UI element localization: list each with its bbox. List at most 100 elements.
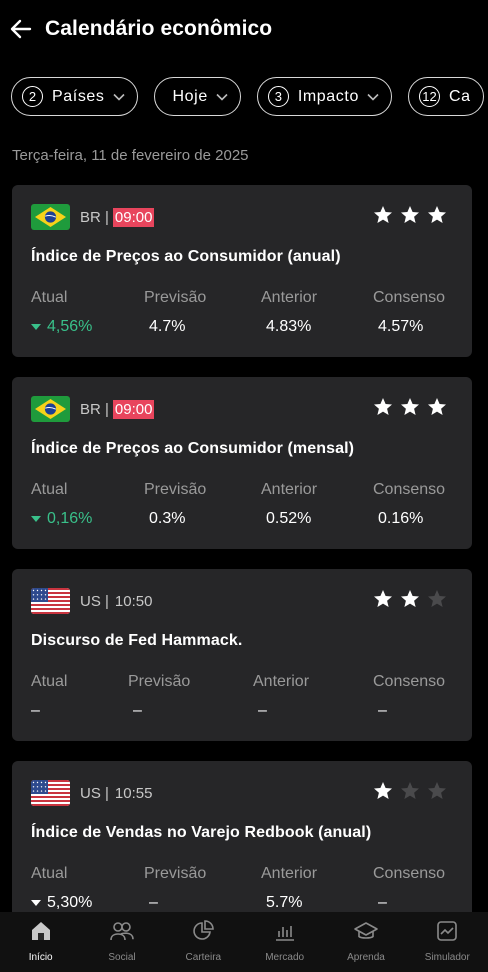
forecast-value: 4.7% [149, 318, 185, 336]
bottom-nav: Início Social Carteira Mercado Aprenda Simula… [0, 912, 488, 972]
filter-label: Ca [448, 87, 471, 105]
filter-chip-2[interactable]: Hoje [153, 77, 241, 116]
event-time: 09:00 [112, 207, 155, 227]
star-icon [400, 397, 420, 417]
consensus-value: – [378, 702, 387, 720]
star-icon [373, 397, 393, 417]
event-time: 10:55 [114, 784, 153, 802]
actual-value: 0,16% [31, 510, 92, 528]
header: Calendário econômico [0, 0, 488, 58]
impact-stars [366, 397, 447, 417]
nav-item-simulator[interactable]: Simulador [407, 912, 488, 972]
forecast-value: – [133, 702, 142, 720]
event-title: Índice de Vendas no Varejo Redbook (anua… [31, 824, 372, 841]
stat-value-text: 0.3% [149, 510, 186, 527]
stat-value-text: 4.83% [266, 318, 312, 335]
actual-value: 5,30% [31, 894, 92, 912]
us-flag-icon [31, 588, 70, 614]
event-card[interactable]: BR | 09:00 Índice de Preços ao Consumidor … [12, 377, 472, 549]
stat-value-text: 5,30% [47, 894, 93, 911]
actual-label: Atual [31, 481, 68, 498]
stat-value-text: 0.16% [378, 510, 424, 527]
previous-value: 4.83% [266, 318, 311, 336]
consensus-label: Consenso [373, 481, 446, 498]
forecast-label: Previsão [144, 865, 207, 882]
previous-value: 0.52% [266, 510, 311, 528]
consensus-label: Consenso [373, 289, 446, 306]
nav-item-bar-chart[interactable]: Mercado [244, 912, 325, 972]
nav-label: Início [28, 952, 53, 963]
nav-item-graduation-cap[interactable]: Aprenda [325, 912, 406, 972]
previous-label: Anterior [261, 481, 318, 498]
back-arrow-icon[interactable] [8, 16, 34, 42]
filter-bar: 2 Países Hoje 3 Impacto 12 Ca [11, 77, 488, 116]
actual-label: Atual [31, 673, 68, 690]
consensus-value: – [378, 894, 387, 912]
star-icon [400, 781, 420, 801]
previous-value: – [258, 702, 267, 720]
stat-value-text: 4,56% [47, 318, 93, 335]
trend-down-icon [31, 516, 41, 522]
nav-label: Social [108, 952, 136, 963]
home-icon [28, 918, 54, 944]
star-icon [400, 589, 420, 609]
country-code: BR | [80, 208, 109, 226]
filter-chip-4[interactable]: 12 Ca [407, 77, 484, 116]
event-card[interactable]: US | 10:50 Discurso de Fed Hammack. Atual – P… [12, 569, 472, 741]
actual-label: Atual [31, 289, 68, 306]
event-time: 09:00 [112, 399, 155, 419]
star-icon [427, 781, 447, 801]
stat-value-text: 4.7% [149, 318, 186, 335]
nav-label: Simulador [424, 952, 470, 963]
stat-value-text: 4.57% [378, 318, 424, 335]
stat-value-text: – [258, 702, 267, 719]
stat-value-text: 0,16% [47, 510, 93, 527]
star-icon [400, 205, 420, 225]
stat-value-text: – [31, 702, 40, 719]
stat-value-text: 5.7% [266, 894, 303, 911]
impact-stars [366, 205, 447, 225]
event-card[interactable]: US | 10:55 Índice de Vendas no Varejo Redb… [12, 761, 472, 933]
nav-item-home[interactable]: Início [0, 912, 81, 972]
country-code: BR | [80, 400, 109, 418]
social-icon [109, 918, 135, 944]
forecast-label: Previsão [128, 673, 191, 690]
chevron-down-icon [367, 93, 379, 101]
event-card[interactable]: BR | 09:00 Índice de Preços ao Consumidor … [12, 185, 472, 357]
nav-item-pie-chart[interactable]: Carteira [163, 912, 244, 972]
stat-value-text: – [149, 894, 158, 911]
star-icon [427, 397, 447, 417]
filter-label: Países [52, 87, 105, 105]
impact-stars [366, 781, 447, 801]
trend-down-icon [31, 324, 41, 330]
stat-value-text: – [378, 894, 387, 911]
event-header: BR | 09:00 [31, 204, 155, 230]
actual-value: – [31, 702, 40, 720]
star-icon [373, 589, 393, 609]
filter-count-badge: 3 [267, 86, 289, 107]
us-flag-icon [31, 780, 70, 806]
impact-stars [366, 589, 447, 609]
event-header: US | 10:50 [31, 588, 154, 614]
consensus-label: Consenso [373, 673, 446, 690]
star-icon [427, 205, 447, 225]
stat-value-text: – [378, 702, 387, 719]
forecast-value: – [149, 894, 158, 912]
star-icon [373, 781, 393, 801]
nav-label: Mercado [265, 952, 305, 963]
bar-chart-icon [272, 918, 298, 944]
stat-value-text: – [133, 702, 142, 719]
event-time: 10:50 [114, 592, 153, 610]
consensus-value: 0.16% [378, 510, 423, 528]
nav-item-social[interactable]: Social [81, 912, 162, 972]
filter-count-badge: 2 [22, 86, 43, 107]
filter-chip-3[interactable]: 3 Impacto [256, 77, 392, 116]
previous-label: Anterior [261, 289, 318, 306]
event-header: US | 10:55 [31, 780, 154, 806]
date-label: Terça-feira, 11 de fevereiro de 2025 [12, 147, 249, 164]
br-flag-icon [31, 204, 70, 230]
forecast-value: 0.3% [149, 510, 185, 528]
page-title: Calendário econômico [45, 17, 273, 40]
event-title: Índice de Preços ao Consumidor (mensal) [31, 440, 355, 457]
filter-chip-1[interactable]: 2 Países [11, 77, 138, 116]
